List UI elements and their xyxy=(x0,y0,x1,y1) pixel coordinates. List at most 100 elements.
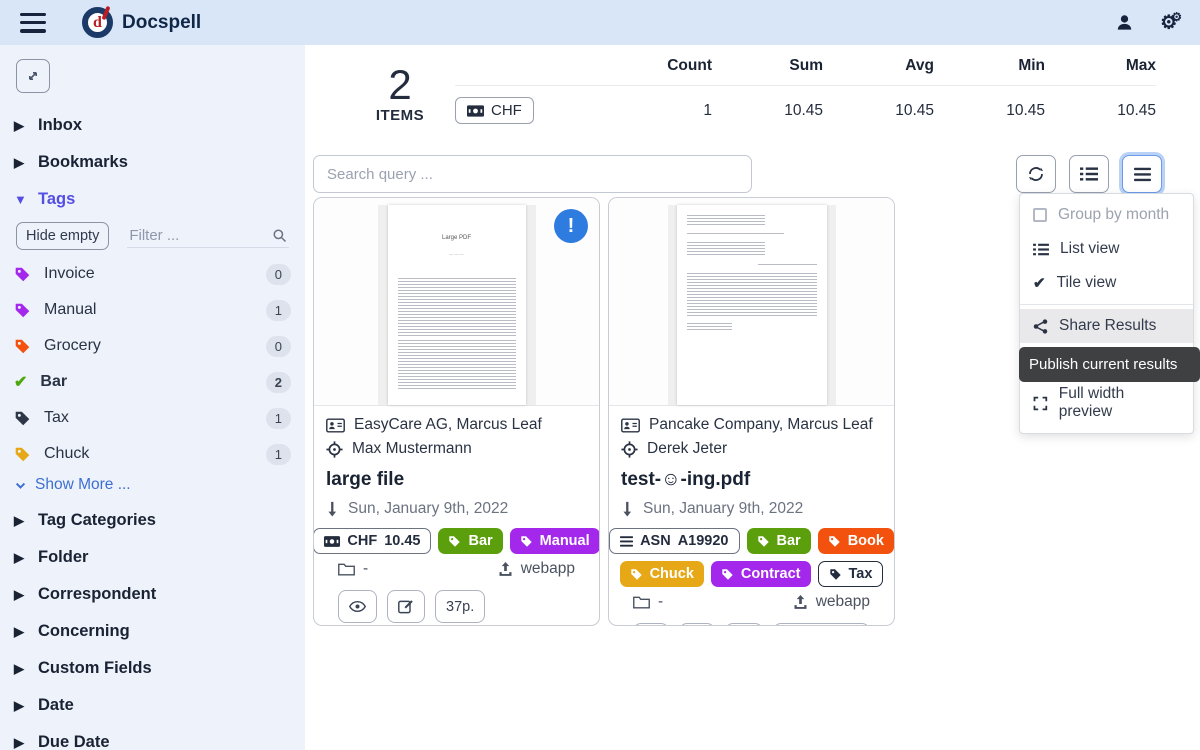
stats-col-avg: Avg xyxy=(823,57,934,75)
item-card-test-ing-pdf[interactable]: Pancake Company, Marcus Leaf Derek Jeter… xyxy=(608,197,895,626)
sidebar-item-inbox[interactable]: ▶ Inbox xyxy=(14,107,305,144)
chevron-down-icon: ▼ xyxy=(14,192,24,207)
tag-count-badge: 1 xyxy=(266,408,291,429)
chevron-right-icon: ▶ xyxy=(14,550,24,566)
sidebar-item-concerning[interactable]: ▶Concerning xyxy=(14,613,305,650)
app-title: Docspell xyxy=(122,12,201,34)
tag-icon xyxy=(520,535,533,548)
docspell-logo-icon: d xyxy=(82,7,113,38)
stats-value-avg: 10.45 xyxy=(823,102,934,120)
chevron-down-icon xyxy=(14,479,27,492)
tag-item-invoice[interactable]: Invoice 0 xyxy=(14,256,305,292)
tag-count-badge: 1 xyxy=(266,300,291,321)
search-icon xyxy=(272,228,287,243)
app-logo[interactable]: d Docspell xyxy=(82,7,201,38)
menu-item-list-view[interactable]: List view xyxy=(1020,232,1193,266)
tag-badge-tax[interactable]: Tax xyxy=(818,561,884,587)
source-value: webapp xyxy=(521,560,575,578)
chevron-right-icon: ▶ xyxy=(14,587,24,603)
sidebar-item-correspondent[interactable]: ▶Correspondent xyxy=(14,576,305,613)
stats-row-chf: CHF 1 10.45 10.45 10.45 10.45 xyxy=(455,86,1156,124)
hide-empty-button[interactable]: Hide empty xyxy=(16,222,109,250)
view-options-menu: Group by month List view ✔ Tile view Sha… xyxy=(1019,193,1194,434)
correspondent-row: Pancake Company, Marcus Leaf xyxy=(621,413,882,437)
menu-item-share-results[interactable]: Share Results xyxy=(1020,309,1193,343)
main-content: 2 ITEMS Count Sum Avg Min Max CHF 1 10.4… xyxy=(305,45,1200,750)
stats-value-sum: 10.45 xyxy=(712,102,823,120)
chevron-right-icon: ▶ xyxy=(14,735,24,750)
folder-icon xyxy=(633,595,650,609)
tag-badge-book[interactable]: Book xyxy=(818,528,894,554)
view-item-button[interactable] xyxy=(338,590,377,623)
correspondent-text: Pancake Company, Marcus Leaf xyxy=(649,416,873,434)
tag-filter-field xyxy=(127,224,289,248)
item-title[interactable]: test-☺-ing.pdf xyxy=(621,469,882,491)
tag-icon xyxy=(14,446,31,463)
edit-item-button[interactable] xyxy=(387,590,425,623)
top-navbar: d Docspell ⚙⚙ xyxy=(0,0,1200,45)
address-card-icon xyxy=(621,418,640,433)
sidebar-item-bookmarks[interactable]: ▶ Bookmarks xyxy=(14,144,305,181)
refresh-button[interactable] xyxy=(1016,155,1056,193)
items-count-label: ITEMS xyxy=(365,107,435,124)
document-preview[interactable] xyxy=(609,198,894,406)
tag-item-chuck[interactable]: Chuck 1 xyxy=(14,436,305,472)
due-date-button[interactable]: 2022/01/29 xyxy=(773,623,870,626)
menu-item-group-by-month[interactable]: Group by month xyxy=(1020,198,1193,232)
menu-button[interactable] xyxy=(1122,155,1162,193)
view-item-button[interactable] xyxy=(633,623,669,626)
check-icon: ✔ xyxy=(1033,274,1046,292)
menu-item-full-width-preview[interactable]: Full width preview xyxy=(1020,377,1193,429)
chevron-right-icon: ▶ xyxy=(14,513,24,529)
chevron-right-icon: ▶ xyxy=(14,155,24,171)
money-bill-icon xyxy=(324,536,340,547)
tag-badge-bar[interactable]: Bar xyxy=(747,528,811,554)
sidebar-item-custom-fields[interactable]: ▶Custom Fields xyxy=(14,650,305,687)
item-card-large-file[interactable]: Large PDF — — — ! EasyCare AG, Marcus Le… xyxy=(313,197,600,626)
sidebar-item-tags[interactable]: ▼ Tags xyxy=(14,181,305,218)
correspondent-text: EasyCare AG, Marcus Leaf xyxy=(354,416,542,434)
checkbox-icon xyxy=(1033,208,1047,222)
document-preview[interactable]: Large PDF — — — ! xyxy=(314,198,599,406)
upload-icon xyxy=(793,595,808,610)
currency-badge: CHF xyxy=(455,97,534,124)
tag-icon xyxy=(448,535,461,548)
processing-gears-icon[interactable]: ⚙⚙ xyxy=(1160,10,1176,34)
page-count-button[interactable]: 37p. xyxy=(435,590,485,623)
bars-icon xyxy=(1134,167,1151,182)
tag-item-bar-selected[interactable]: ✔ Bar 2 xyxy=(14,364,305,400)
sidebar-item-due-date[interactable]: ▶Due Date xyxy=(14,724,305,750)
tag-badge-contract[interactable]: Contract xyxy=(711,561,811,587)
source-value: webapp xyxy=(816,593,870,611)
sidebar-item-date[interactable]: ▶Date xyxy=(14,687,305,724)
tag-item-grocery[interactable]: Grocery 0 xyxy=(14,328,305,364)
tag-count-badge: 0 xyxy=(266,264,291,285)
search-query-input[interactable] xyxy=(313,155,752,193)
tag-badge-chuck[interactable]: Chuck xyxy=(620,561,704,587)
edit-item-button[interactable] xyxy=(679,623,715,626)
user-icon[interactable] xyxy=(1115,13,1134,32)
item-title[interactable]: large file xyxy=(326,469,587,491)
tag-badge-bar[interactable]: Bar xyxy=(438,528,502,554)
expand-sidebar-button[interactable] xyxy=(16,59,50,93)
money-bill-icon xyxy=(467,105,484,117)
share-icon xyxy=(1033,319,1048,334)
show-more-link[interactable]: Show More ... xyxy=(14,472,305,502)
tag-item-manual[interactable]: Manual 1 xyxy=(14,292,305,328)
page-count-button[interactable]: 1p. xyxy=(725,623,763,626)
list-view-button[interactable] xyxy=(1069,155,1109,193)
menu-item-tile-view[interactable]: ✔ Tile view xyxy=(1020,266,1193,300)
list-icon xyxy=(1033,243,1049,256)
stats-value-count: 1 xyxy=(601,102,712,120)
list-icon xyxy=(1080,166,1098,182)
tag-badge-manual[interactable]: Manual xyxy=(510,528,600,554)
stats-col-count: Count xyxy=(601,57,712,75)
sidebar-item-tag-categories[interactable]: ▶Tag Categories xyxy=(14,502,305,539)
tag-icon xyxy=(829,568,842,581)
tag-filter-input[interactable] xyxy=(129,227,272,244)
sidebar-item-folder[interactable]: ▶Folder xyxy=(14,539,305,576)
sidebar-toggle-icon[interactable] xyxy=(20,13,46,33)
upload-icon xyxy=(498,562,513,577)
tag-item-tax[interactable]: Tax 1 xyxy=(14,400,305,436)
tag-icon xyxy=(630,568,643,581)
